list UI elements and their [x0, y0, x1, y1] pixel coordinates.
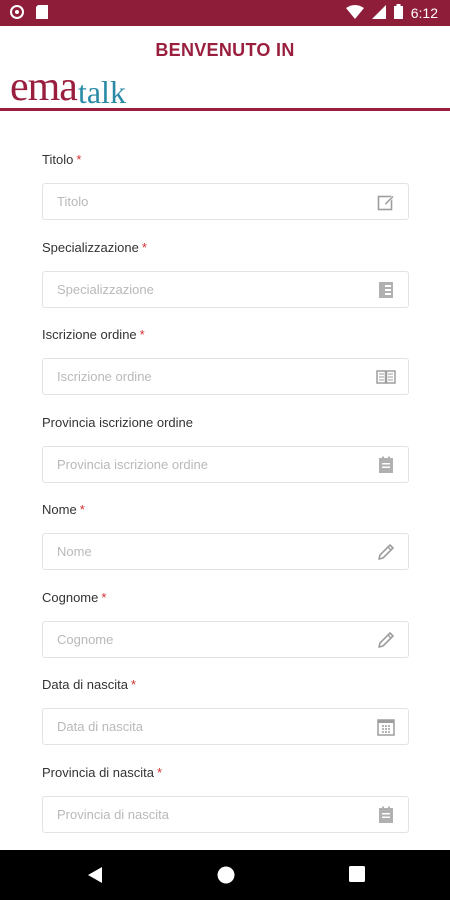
- data-nascita-input[interactable]: [57, 709, 357, 744]
- pencil-icon: [376, 630, 396, 650]
- calendar-icon: [376, 717, 396, 737]
- field-label: Provincia iscrizione ordine: [42, 414, 194, 430]
- field-iscrizione-ordine: Iscrizione ordine *: [42, 325, 409, 413]
- required-marker: *: [79, 502, 85, 517]
- required-marker: *: [157, 764, 163, 780]
- field-label: Nome *: [42, 502, 85, 517]
- field-nome: Nome *: [42, 500, 409, 588]
- field-label: Iscrizione ordine *: [42, 327, 145, 342]
- ematalk-logo: ema talk: [10, 66, 126, 110]
- provincia-iscrizione-input-box[interactable]: [42, 445, 409, 483]
- cognome-input-box[interactable]: [42, 620, 409, 658]
- field-data-di-nascita: Data di nascita *: [42, 675, 409, 763]
- provincia-nascita-input[interactable]: [57, 796, 357, 832]
- required-marker: *: [139, 327, 145, 342]
- alarm-icon: [10, 5, 24, 24]
- titolo-input-box[interactable]: [42, 183, 409, 220]
- registration-form: Titolo* Specializzazione* Iscrizione ord…: [42, 150, 409, 850]
- battery-icon: [393, 4, 403, 22]
- header-divider: [0, 108, 450, 111]
- field-label: Titolo *: [42, 152, 82, 167]
- field-specializzazione: Specializzazione *: [42, 238, 409, 326]
- status-time: 6:12: [410, 5, 438, 21]
- field-cognome: Cognome *: [42, 588, 409, 676]
- provincia-iscrizione-input[interactable]: [57, 446, 357, 482]
- field-titolo: Titolo *: [42, 150, 409, 238]
- list-box-icon: [376, 455, 396, 475]
- required-marker: *: [131, 677, 137, 692]
- signal-icon: [371, 4, 386, 22]
- sim-card-icon: [36, 5, 48, 24]
- field-provincia-di-nascita: Provincia di nascita *: [42, 763, 409, 851]
- field-label: Specializzazione *: [42, 239, 147, 255]
- required-marker: *: [101, 589, 107, 605]
- back-icon[interactable]: [86, 865, 106, 885]
- logo-ema: ema: [10, 64, 78, 110]
- required-marker: *: [76, 152, 82, 167]
- list-box-icon: [376, 805, 396, 825]
- welcome-title: BENVENUTO IN: [155, 40, 295, 60]
- edit-box-icon: [376, 192, 396, 212]
- home-icon[interactable]: [216, 865, 236, 885]
- field-label: Data di nascita *: [42, 677, 137, 692]
- field-label: Cognome *: [42, 589, 107, 605]
- field-label: Provincia di nascita *: [42, 764, 163, 780]
- navigation-bar: [0, 850, 450, 900]
- recents-icon[interactable]: [348, 865, 368, 885]
- specializzazione-input-box[interactable]: [42, 270, 409, 308]
- provincia-nascita-input-box[interactable]: [42, 795, 409, 833]
- badge-icon: [376, 280, 396, 300]
- status-bar: 6:12: [0, 0, 450, 26]
- nome-input[interactable]: [57, 534, 357, 569]
- pencil-icon: [376, 542, 396, 562]
- book-icon: [376, 367, 396, 387]
- iscrizione-ordine-input[interactable]: [57, 359, 357, 394]
- iscrizione-ordine-input-box[interactable]: [42, 358, 409, 395]
- wifi-icon: [345, 4, 364, 22]
- cognome-input[interactable]: [57, 621, 357, 657]
- nome-input-box[interactable]: [42, 533, 409, 570]
- titolo-input[interactable]: [57, 184, 357, 219]
- data-nascita-input-box[interactable]: [42, 708, 409, 745]
- specializzazione-input[interactable]: [57, 271, 357, 307]
- required-marker: *: [141, 239, 147, 255]
- logo-talk: talk: [77, 74, 126, 110]
- field-provincia-iscrizione-ordine: Provincia iscrizione ordine: [42, 413, 409, 501]
